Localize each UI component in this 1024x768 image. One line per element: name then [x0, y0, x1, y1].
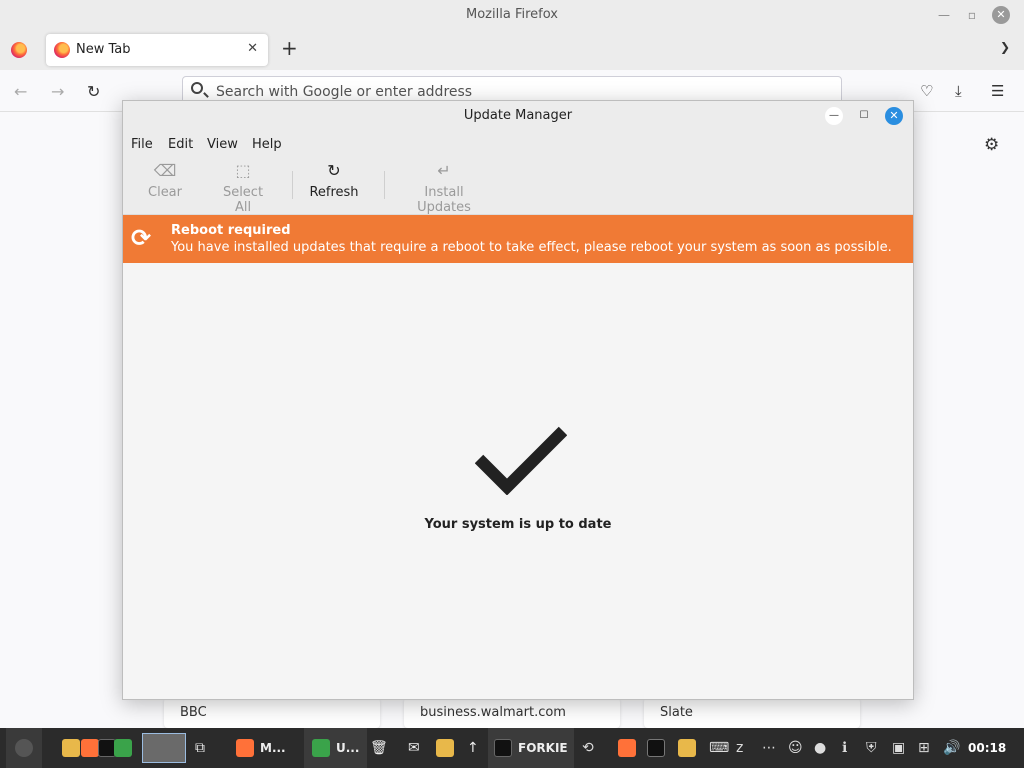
arrow-up-icon: ↑: [467, 740, 479, 756]
minimize-icon[interactable]: —: [825, 107, 843, 125]
notes-icon[interactable]: ▣: [892, 740, 905, 756]
settings-gear-icon[interactable]: ⚙: [984, 135, 999, 155]
more-icon[interactable]: ⋯: [762, 740, 776, 756]
clock[interactable]: 00:18: [968, 741, 1006, 755]
url-placeholder: Search with Google or enter address: [216, 84, 473, 100]
menu-edit[interactable]: Edit: [168, 137, 193, 152]
shield-icon: [114, 739, 132, 757]
history-icon[interactable]: ⟲: [582, 740, 594, 756]
reload-icon[interactable]: ↻: [87, 82, 100, 101]
dialog-title: Update Manager: [123, 101, 913, 131]
reboot-icon: ⟳: [131, 224, 152, 252]
shield-tray-icon[interactable]: ⛨: [866, 740, 877, 756]
status-message: Your system is up to date: [424, 517, 612, 532]
tab-close-icon[interactable]: ✕: [247, 41, 258, 56]
task-forkie[interactable]: FORKIE: [488, 728, 574, 768]
launcher-mail[interactable]: ✉: [408, 728, 420, 768]
reboot-required-banner: ⟳ Reboot required You have installed upd…: [123, 215, 913, 263]
keyboard-icon[interactable]: ⌨: [709, 740, 729, 756]
task-update-manager[interactable]: U...: [304, 728, 368, 768]
firefox-icon[interactable]: [618, 739, 636, 757]
refresh-button[interactable]: ↻ Refresh: [309, 161, 359, 200]
pocket-icon[interactable]: ♡: [920, 82, 933, 100]
launcher-files[interactable]: [62, 728, 80, 768]
launcher-shield[interactable]: [114, 728, 132, 768]
terminal-icon[interactable]: [647, 739, 665, 757]
trash-icon: 🗑: [370, 740, 388, 756]
shortcut-tile[interactable]: Slate: [644, 698, 860, 728]
update-manager-window: Update Manager — ☐ ✕ File Edit View Help…: [122, 100, 914, 700]
select-all-icon: ⬚: [235, 161, 251, 180]
workspace-switcher[interactable]: [142, 728, 186, 768]
banner-message: You have installed updates that require …: [171, 240, 892, 255]
select-all-button[interactable]: ⬚ Select All: [213, 161, 273, 215]
search-icon: [191, 82, 203, 94]
mint-menu-icon: [15, 739, 33, 757]
volume-icon[interactable]: 🔊: [943, 740, 960, 756]
checkmark-icon: [475, 426, 567, 495]
close-icon[interactable]: ✕: [992, 6, 1010, 24]
menu-file[interactable]: File: [131, 137, 153, 152]
mail-icon: ✉: [408, 740, 420, 756]
firefox-icon: [54, 42, 70, 58]
menu-help[interactable]: Help: [252, 137, 282, 152]
refresh-icon: ↻: [327, 161, 341, 180]
taskbar: ⧉ M... U... 🗑 ✉ ↑ FORKIE ⟲ ⌨ z ⋯ ☺ ● ℹ ⛨…: [0, 728, 1024, 768]
update-list-area: Your system is up to date: [123, 263, 913, 699]
new-tab-button[interactable]: +: [281, 36, 298, 60]
network-icon[interactable]: ⊞: [918, 740, 930, 756]
shortcut-tile[interactable]: BBC: [164, 698, 380, 728]
firefox-window-title: Mozilla Firefox: [466, 7, 558, 22]
tab-strip: New Tab ✕: [0, 30, 1024, 70]
clear-button[interactable]: ⌫ Clear: [147, 161, 183, 200]
task-firefox[interactable]: M...: [236, 728, 286, 768]
install-updates-button[interactable]: ↵ Install Updates: [397, 161, 491, 215]
forward-icon[interactable]: →: [51, 82, 64, 101]
menu-view[interactable]: View: [207, 137, 238, 152]
terminal-icon: [494, 739, 512, 757]
shortcut-tile[interactable]: business.walmart.com: [404, 698, 620, 728]
menu-icon[interactable]: ☰: [991, 82, 1004, 100]
install-icon: ↵: [437, 161, 451, 180]
maximize-icon[interactable]: ▫: [958, 8, 986, 22]
launcher-folder[interactable]: [436, 728, 454, 768]
user-icon[interactable]: ●: [814, 740, 826, 756]
maximize-icon[interactable]: ☐: [855, 107, 873, 125]
menu-bar: File Edit View Help: [123, 131, 913, 157]
folder-icon[interactable]: [678, 739, 696, 757]
clear-icon: ⌫: [153, 161, 177, 180]
folder-icon: [436, 739, 454, 757]
firefox-window-controls: — ▫ ✕: [930, 0, 1010, 30]
toolbar: ⌫ Clear ⬚ Select All ↻ Refresh ↵ Install…: [123, 157, 913, 215]
back-icon[interactable]: ←: [14, 82, 27, 101]
firefox-icon: [236, 739, 254, 757]
minimize-icon[interactable]: —: [930, 8, 958, 22]
launcher-firefox[interactable]: [81, 728, 99, 768]
sleep-icon[interactable]: z: [736, 740, 743, 756]
close-icon[interactable]: ✕: [885, 107, 903, 125]
workspace-thumbnail: [142, 733, 186, 763]
menu-button[interactable]: [6, 728, 42, 768]
downloads-icon[interactable]: ⤓: [955, 82, 962, 100]
info-icon[interactable]: ℹ: [842, 740, 847, 756]
accessibility-icon[interactable]: ☺: [788, 740, 803, 756]
toolbar-separator: [292, 171, 293, 199]
folder-icon: [62, 739, 80, 757]
firefox-title-bar: Mozilla Firefox: [0, 0, 1024, 30]
tab-new-tab[interactable]: New Tab ✕: [46, 34, 268, 66]
firefox-view-icon[interactable]: [11, 42, 27, 58]
firefox-icon: [81, 739, 99, 757]
windows-icon: ⧉: [195, 740, 205, 756]
launcher-upload[interactable]: ↑: [467, 728, 479, 768]
tab-label: New Tab: [76, 42, 131, 57]
toolbar-separator: [384, 171, 385, 199]
show-desktop-button[interactable]: ⧉: [195, 728, 205, 768]
banner-title: Reboot required: [171, 223, 291, 238]
shield-icon: [312, 739, 330, 757]
launcher-trash[interactable]: 🗑: [370, 728, 388, 768]
list-all-tabs-icon[interactable]: ❯: [1000, 40, 1010, 54]
